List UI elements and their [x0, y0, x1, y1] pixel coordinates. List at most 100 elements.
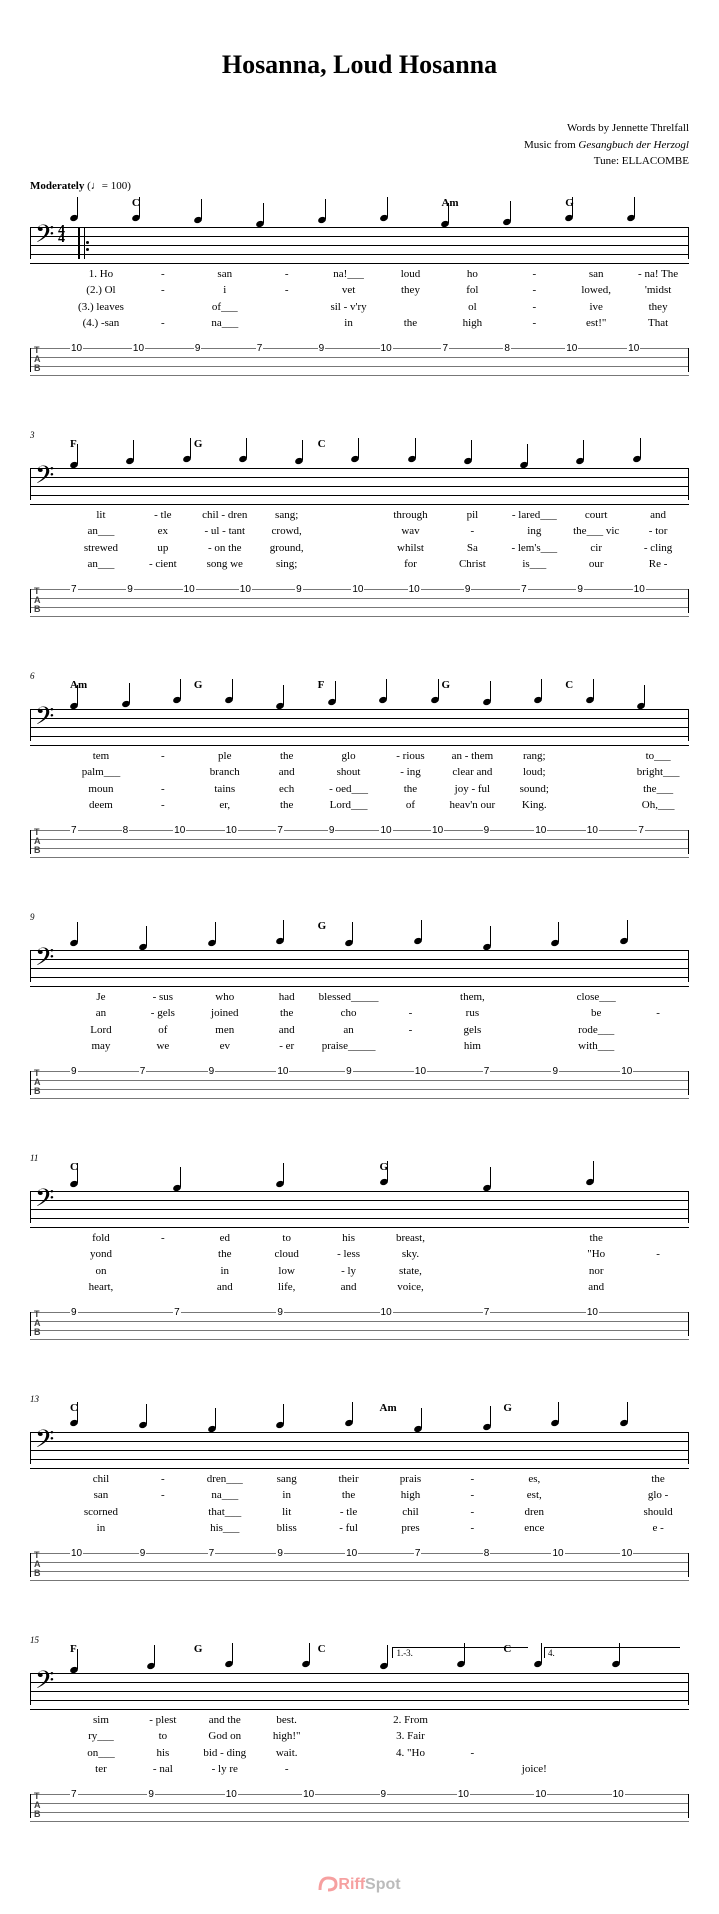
lyric-syllable: they — [627, 299, 689, 316]
lyric-syllable: - — [256, 1761, 318, 1778]
lyric-syllable — [627, 1022, 689, 1039]
lyric-syllable — [132, 1520, 194, 1537]
lyric-syllable: na___ — [194, 1487, 256, 1504]
chord-row: CAmG — [30, 1402, 689, 1416]
lyric-syllable — [380, 299, 442, 316]
chord-symbol: G — [194, 679, 256, 693]
lyric-syllable: the — [565, 1230, 627, 1247]
tablature-staff: TAB7910109101010 — [30, 1786, 689, 1826]
lyric-syllable: the___ — [627, 781, 689, 798]
lyric-syllable: (2.) Ol — [70, 282, 132, 299]
lyric-syllable: their — [318, 1471, 380, 1488]
lyric-syllable: fol — [441, 282, 503, 299]
lyric-syllable: for — [380, 556, 442, 573]
staff-system: 15FGCC1.-3.4.𝄢sim- plestand thebest.2. F… — [30, 1635, 689, 1826]
chord-symbol — [441, 438, 503, 452]
time-signature: 44 — [58, 227, 65, 244]
lyric-syllable — [503, 1279, 565, 1296]
chord-symbol — [194, 1402, 256, 1416]
lyric-syllable: pil — [441, 507, 503, 524]
lyric-syllable — [441, 1712, 503, 1729]
lyric-syllable: close___ — [565, 989, 627, 1006]
lyric-syllable: sound; — [503, 781, 565, 798]
lyric-syllable: in — [318, 315, 380, 332]
lyric-syllable — [565, 1712, 627, 1729]
lyric-syllable: to — [132, 1728, 194, 1745]
lyric-syllable: ence — [503, 1520, 565, 1537]
music-staff: 𝄢 — [30, 454, 689, 504]
words-credit: Words by Jennette Threlfall — [30, 120, 689, 137]
lyric-syllable: - ly re — [194, 1761, 256, 1778]
lyric-syllable: dren — [503, 1504, 565, 1521]
chord-symbol — [565, 1402, 627, 1416]
lyric-syllable: had — [256, 989, 318, 1006]
lyric-syllable: san — [565, 266, 627, 283]
lyric-syllable: and — [256, 1022, 318, 1039]
lyric-syllable: - — [132, 315, 194, 332]
lyric-syllable: high — [380, 1487, 442, 1504]
lyric-syllable: - oed___ — [318, 781, 380, 798]
lyric-syllable: the — [380, 781, 442, 798]
lyric-syllable: ry___ — [70, 1728, 132, 1745]
lyric-syllable: - — [503, 315, 565, 332]
lyric-syllable: nor — [565, 1263, 627, 1280]
tab-clef-label: TAB — [34, 587, 41, 614]
lyric-syllable: scorned — [70, 1504, 132, 1521]
chord-symbol — [503, 679, 565, 693]
lyric-syllable: and the — [194, 1712, 256, 1729]
chord-symbol: Am — [380, 1402, 442, 1416]
song-title: Hosanna, Loud Hosanna — [30, 50, 689, 80]
lyric-verse-line: fold-edtohisbreast,the — [70, 1230, 689, 1247]
lyric-syllable — [565, 1487, 627, 1504]
chord-symbol — [132, 438, 194, 452]
lyric-syllable: moun — [70, 781, 132, 798]
lyrics-block: fold-edtohisbreast,theyondthecloud- less… — [30, 1230, 689, 1296]
chord-symbol — [503, 197, 565, 211]
chord-symbol — [318, 1402, 380, 1416]
lyric-syllable: the — [256, 1005, 318, 1022]
lyric-syllable: ol — [441, 299, 503, 316]
lyric-syllable: san — [194, 266, 256, 283]
chord-symbol: C — [318, 1643, 380, 1657]
volta-bracket: 4. — [544, 1647, 680, 1658]
lyric-verse-line: chil-dren___sangtheirprais-es,the — [70, 1471, 689, 1488]
lyric-syllable: sang; — [256, 507, 318, 524]
lyric-syllable: voice, — [380, 1279, 442, 1296]
lyric-syllable: - — [627, 1246, 689, 1263]
tempo-marking: Moderately (♩= 100) — [30, 180, 689, 192]
lyric-syllable: - — [503, 282, 565, 299]
lyric-syllable: 1. Ho — [70, 266, 132, 283]
lyric-syllable: who — [194, 989, 256, 1006]
lyric-syllable: sing; — [256, 556, 318, 573]
lyric-syllable: ive — [565, 299, 627, 316]
music-credit: Music from Gesangbuch der Herzogl — [30, 137, 689, 154]
chord-symbol — [318, 1161, 380, 1175]
lyric-verse-line: inhis___bliss- fulpres-encee - — [70, 1520, 689, 1537]
chord-symbol: G — [318, 920, 380, 934]
lyric-syllable: heav'n our — [441, 797, 503, 814]
music-staff: 1.-3.4.𝄢 — [30, 1659, 689, 1709]
lyric-verse-line: mayweev- erpraise_____himwith___ — [70, 1038, 689, 1055]
chord-symbol — [132, 679, 194, 693]
lyric-syllable: cir — [565, 540, 627, 557]
lyric-syllable: lit — [256, 1504, 318, 1521]
lyric-verse-line: strewedup- on theground,whilstSa- lem's_… — [70, 540, 689, 557]
lyric-verse-line: heart,andlife,andvoice,and — [70, 1279, 689, 1296]
lyric-syllable: branch — [194, 764, 256, 781]
chord-symbol — [565, 1161, 627, 1175]
lyric-verse-line: lit- tlechil - drensang;throughpil- lare… — [70, 507, 689, 524]
lyric-syllable — [565, 781, 627, 798]
lyric-syllable — [503, 1263, 565, 1280]
chord-symbol: G — [503, 1402, 565, 1416]
lyric-syllable: yond — [70, 1246, 132, 1263]
lyric-syllable: joy - ful — [441, 781, 503, 798]
lyric-syllable: - rious — [380, 748, 442, 765]
lyric-syllable: Christ — [441, 556, 503, 573]
credits-block: Words by Jennette Threlfall Music from G… — [30, 120, 689, 170]
lyric-syllable: - plest — [132, 1712, 194, 1729]
lyric-syllable: his — [318, 1230, 380, 1247]
lyric-syllable: es, — [503, 1471, 565, 1488]
lyric-syllable — [132, 1263, 194, 1280]
lyric-syllable: through — [380, 507, 442, 524]
lyric-syllable: rus — [441, 1005, 503, 1022]
